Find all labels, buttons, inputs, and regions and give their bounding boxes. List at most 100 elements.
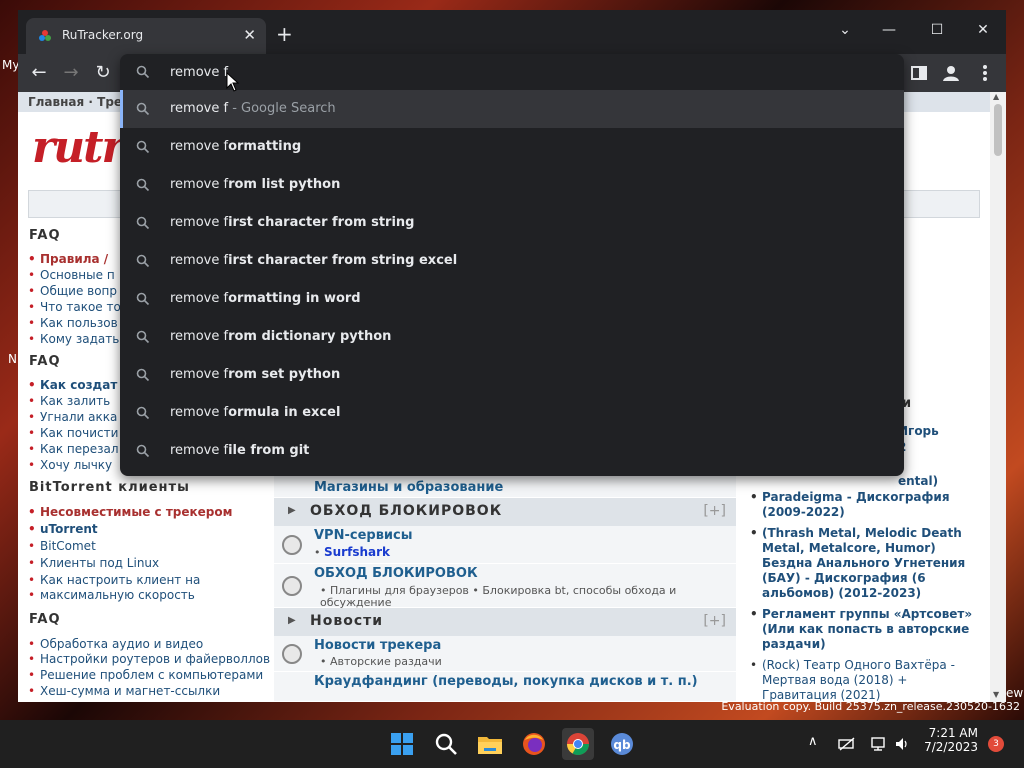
- release-link[interactable]: Регламент группы «Артсовет» (Или как поп…: [750, 607, 976, 652]
- omnibox-suggestion[interactable]: remove from dictionary python: [120, 318, 904, 356]
- system-clock[interactable]: 7:21 AM 7/2/2023: [916, 726, 978, 754]
- omnibox-suggestion[interactable]: remove formatting: [120, 128, 904, 166]
- reload-icon[interactable]: ↻: [90, 60, 116, 86]
- clock-time: 7:21 AM: [928, 726, 978, 740]
- minimize-button[interactable]: —: [874, 16, 904, 44]
- category-header[interactable]: ▶ Новости [+]: [274, 608, 736, 636]
- forum-title[interactable]: Магазины и образование: [314, 480, 503, 495]
- sidebar-link[interactable]: Что такое то: [28, 300, 121, 314]
- sidebar-link[interactable]: Как пользов: [28, 316, 118, 330]
- sidebar-link[interactable]: Как перезал: [28, 442, 119, 456]
- sidebar-link[interactable]: Настройки роутеров и файерволлов: [28, 652, 270, 666]
- sidebar-link[interactable]: Общие вопр: [28, 284, 117, 298]
- tab-close-icon[interactable]: ✕: [243, 26, 256, 44]
- collapse-arrow-icon[interactable]: ▶: [288, 505, 296, 516]
- sidebar-link[interactable]: Кому задать: [28, 332, 119, 346]
- collapse-arrow-icon[interactable]: ▶: [288, 615, 296, 626]
- suggestion-text: remove formatting: [170, 139, 301, 154]
- sidebar-link[interactable]: Правила /: [28, 252, 108, 266]
- omnibox-suggestion[interactable]: remove file from git: [120, 432, 904, 470]
- profile-icon[interactable]: [940, 62, 962, 84]
- browser-window: RuTracker.org ✕ + ⌄ — ☐ ✕ ← → ↻ Главная …: [18, 10, 1006, 702]
- maximize-button[interactable]: ☐: [922, 16, 952, 44]
- volume-icon[interactable]: [894, 736, 910, 752]
- forum-row[interactable]: ОБХОД БЛОКИРОВОК • Плагины для браузеров…: [274, 564, 736, 609]
- suggestion-prefix: remove f: [170, 367, 229, 382]
- faq-heading: FAQ: [29, 228, 61, 243]
- forum-title[interactable]: Новости трекера: [314, 638, 441, 653]
- subforum-list[interactable]: • Авторские раздачи: [320, 655, 442, 668]
- suggestion-text: remove f - Google Search: [170, 101, 336, 116]
- forum-title[interactable]: Краудфандинг (переводы, покупка дисков и…: [314, 674, 698, 689]
- category-header[interactable]: ▶ ОБХОД БЛОКИРОВОК [+]: [274, 498, 736, 526]
- omnibox-suggestion[interactable]: remove first character from string excel: [120, 242, 904, 280]
- scroll-up-icon[interactable]: ▲: [993, 92, 999, 101]
- omnibox-suggestion[interactable]: remove formula in excel: [120, 394, 904, 432]
- sidebar-link[interactable]: uTorrent: [28, 522, 98, 536]
- mouse-cursor-icon: [226, 72, 240, 92]
- subforum-link[interactable]: Surfshark: [324, 545, 390, 559]
- expand-button[interactable]: [+]: [703, 503, 726, 519]
- sidebar-link[interactable]: Несовместимые с трекером: [28, 505, 232, 519]
- forum-title[interactable]: ОБХОД БЛОКИРОВОК: [314, 566, 478, 581]
- back-arrow-icon[interactable]: ←: [26, 60, 52, 86]
- side-panel-icon[interactable]: [908, 62, 930, 84]
- scroll-thumb[interactable]: [994, 104, 1002, 156]
- faq-heading: FAQ: [29, 612, 61, 627]
- right-text-fragment[interactable]: ental): [898, 474, 938, 488]
- taskbar: qb ∧ 7:21 AM 7/2/2023 3: [0, 720, 1024, 768]
- new-tab-button[interactable]: +: [276, 22, 293, 46]
- sidebar-link[interactable]: Как настроить клиент на: [28, 573, 200, 587]
- network-icon[interactable]: [870, 736, 888, 752]
- omnibox-suggestion[interactable]: remove formatting in word: [120, 280, 904, 318]
- suggestion-prefix: remove f: [170, 291, 229, 306]
- desktop-text-fragment: ew: [1006, 686, 1024, 700]
- expand-button[interactable]: [+]: [703, 613, 726, 629]
- tab-search-icon[interactable]: ⌄: [830, 16, 860, 44]
- search-icon[interactable]: [430, 728, 462, 760]
- qbittorrent-icon[interactable]: qb: [606, 728, 638, 760]
- sidebar-link[interactable]: Клиенты под Linux: [28, 556, 159, 570]
- tab-rutracker[interactable]: RuTracker.org ✕: [26, 18, 266, 54]
- omnibox-suggestion[interactable]: remove from set python: [120, 356, 904, 394]
- sidebar-link[interactable]: Хочу лычку: [28, 458, 112, 472]
- release-link[interactable]: (Rock) Театр Одного Вахтёра - Мертвая во…: [750, 658, 976, 702]
- menu-kebab-icon[interactable]: [974, 62, 996, 84]
- sidebar-link[interactable]: Как почисти: [28, 426, 118, 440]
- sidebar-link[interactable]: Угнали акка: [28, 410, 117, 424]
- forum-row[interactable]: VPN-сервисы • Surfshark: [274, 526, 736, 564]
- release-link[interactable]: (Thrash Metal, Melodic Death Metal, Meta…: [750, 526, 976, 601]
- notification-badge[interactable]: 3: [988, 736, 1004, 752]
- chevron-up-icon[interactable]: ∧: [808, 734, 818, 749]
- sidebar-link[interactable]: Хеш-сумма и магнет-ссылки: [28, 684, 220, 698]
- omnibox-suggestion[interactable]: remove f - Google Search: [120, 90, 904, 128]
- page-scrollbar[interactable]: ▲ ▼: [990, 92, 1006, 702]
- omnibox-suggestion[interactable]: remove from list python: [120, 166, 904, 204]
- sidebar-link[interactable]: Основные п: [28, 268, 115, 282]
- forward-arrow-icon[interactable]: →: [58, 60, 84, 86]
- release-link[interactable]: Paradeigma - Дискография (2009-2022): [750, 490, 976, 520]
- firefox-icon[interactable]: [518, 728, 550, 760]
- sidebar-link[interactable]: Решение проблем с компьютерами: [28, 668, 263, 682]
- forum-row[interactable]: Новости трекера • Авторские раздачи: [274, 636, 736, 672]
- sidebar-link[interactable]: максимальную скорость: [28, 588, 195, 602]
- suggestion-prefix: remove f: [170, 253, 229, 268]
- forum-row[interactable]: Краудфандинг (переводы, покупка дисков и…: [274, 672, 736, 702]
- battery-icon[interactable]: [838, 736, 856, 752]
- search-icon: [136, 102, 150, 116]
- chrome-taskbar-button[interactable]: [562, 728, 594, 760]
- forum-title[interactable]: VPN-сервисы: [314, 528, 413, 543]
- file-explorer-icon[interactable]: [474, 728, 506, 760]
- address-input[interactable]: [170, 61, 870, 83]
- sidebar-link[interactable]: Как залить: [28, 394, 110, 408]
- scroll-down-icon[interactable]: ▼: [993, 690, 999, 699]
- sidebar-link[interactable]: BitComet: [28, 539, 96, 553]
- sidebar-link[interactable]: Как создат: [28, 378, 117, 392]
- close-window-button[interactable]: ✕: [968, 16, 998, 44]
- omnibox-suggestion[interactable]: remove first character from string: [120, 204, 904, 242]
- windows-start-icon[interactable]: [386, 728, 418, 760]
- suggestion-note: - Google Search: [228, 101, 336, 116]
- suggestion-completion: irst character from string excel: [228, 253, 458, 268]
- sidebar-link[interactable]: Обработка аудио и видео: [28, 637, 203, 651]
- right-text-fragment[interactable]: Игорь: [898, 424, 939, 438]
